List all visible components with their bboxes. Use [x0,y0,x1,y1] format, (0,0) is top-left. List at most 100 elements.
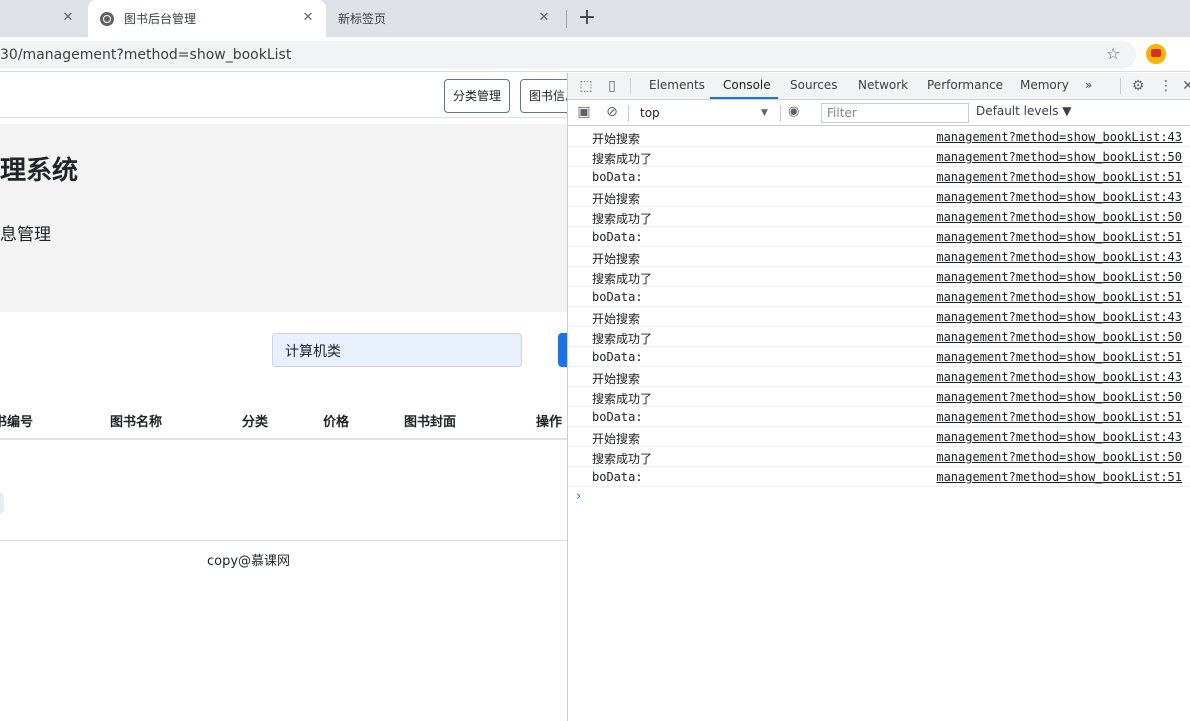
page-content: 分类管理 图书信息 理系统 息管理 计算机类 书编号 图书名称 分类 价格 图书… [0,73,567,721]
tab-elements[interactable]: Elements [649,78,705,92]
browser-toolbar: 30/management?method=show_bookList ☆ ⋮ [0,37,1190,72]
filter-input[interactable]: Filter [821,103,969,123]
jumbotron: 理系统 息管理 [0,124,567,312]
console-message: boData: [592,290,643,304]
console-row: boData: management?method=show_bookList:5… [568,287,1190,307]
console-message: 开始搜索 [592,252,641,266]
kebab-menu-icon[interactable]: ⋮ [1158,78,1174,94]
console-row: boData: management?method=show_bookList:5… [568,227,1190,247]
pagination-stub[interactable] [0,492,4,514]
console-source-link[interactable]: management?method=show_bookList:51 [936,290,1182,304]
divider [780,105,781,121]
gear-icon[interactable]: ⚙ [1130,78,1146,94]
console-message: 搜索成功了 [592,452,653,466]
tab-network[interactable]: Network [858,78,908,92]
console-row: 搜索成功了 management?method=show_bookList:50 [568,207,1190,227]
browser-tab-strip: ✕ 图书后台管理 ✕ 新标签页 ✕ + [0,0,1190,37]
console-source-link[interactable]: management?method=show_bookList:51 [936,410,1182,424]
divider [628,105,629,121]
dropdown-caret-icon: ▼ [761,108,768,118]
console-message: boData: [592,170,643,184]
search-button[interactable] [558,333,567,367]
context-select[interactable]: top [634,103,774,123]
console-message: boData: [592,470,643,484]
console-message: boData: [592,230,643,244]
console-source-link[interactable]: management?method=show_bookList:43 [936,430,1182,444]
column-header-book-id: 书编号 [0,415,34,430]
column-header-category: 分类 [242,415,269,430]
tab-previous[interactable]: ✕ [0,0,86,37]
console-source-link[interactable]: management?method=show_bookList:51 [936,230,1182,244]
devtools-panel: ⬚ ▯ Elements Console Sources Network Per… [567,73,1190,721]
console-row: 搜索成功了 management?method=show_bookList:50 [568,447,1190,467]
inspect-element-icon[interactable]: ⬚ [578,78,594,94]
more-tabs-icon[interactable]: » [1085,78,1092,92]
new-tab-button[interactable]: + [576,7,598,30]
console-row: boData: management?method=show_bookList:5… [568,347,1190,367]
url-text[interactable]: 30/management?method=show_bookList [0,47,291,63]
console-source-link[interactable]: management?method=show_bookList:43 [936,190,1182,204]
close-icon[interactable]: ✕ [536,10,552,26]
tab-memory[interactable]: Memory [1020,78,1069,92]
bookmark-star-icon[interactable]: ☆ [1106,44,1120,63]
console-message: boData: [592,350,643,364]
console-source-link[interactable]: management?method=show_bookList:50 [936,270,1182,284]
tab-performance[interactable]: Performance [927,78,1003,92]
console-source-link[interactable]: management?method=show_bookList:50 [936,150,1182,164]
address-bar[interactable]: 30/management?method=show_bookList [0,41,1136,69]
tab-console[interactable]: Console [723,78,771,92]
console-message: 搜索成功了 [592,152,653,166]
console-source-link[interactable]: management?method=show_bookList:43 [936,310,1182,324]
console-source-link[interactable]: management?method=show_bookList:51 [936,470,1182,484]
column-header-book-name: 图书名称 [110,415,163,430]
search-input[interactable]: 计算机类 [272,333,522,367]
tab-new-tab[interactable]: 新标签页 ✕ [326,0,562,37]
divider [0,117,567,118]
console-row: 开始搜索 management?method=show_bookList:43 [568,247,1190,267]
eye-icon[interactable]: ◉ [788,104,799,119]
console-prompt[interactable]: › [568,487,1190,507]
active-tab-indicator [710,97,778,99]
tab-label: 图书后台管理 [124,12,197,26]
console-row: 开始搜索 management?method=show_bookList:43 [568,307,1190,327]
console-source-link[interactable]: management?method=show_bookList:43 [936,370,1182,384]
devtools-tab-bar: ⬚ ▯ Elements Console Sources Network Per… [568,73,1190,100]
tab-book-admin[interactable]: 图书后台管理 ✕ [88,0,326,37]
console-source-link[interactable]: management?method=show_bookList:43 [936,130,1182,144]
category-management-button[interactable]: 分类管理 [444,79,511,113]
console-message: 开始搜索 [592,132,641,146]
browser-menu-icon[interactable]: ⋮ [1184,46,1190,62]
console-message: 搜索成功了 [592,212,653,226]
extension-icon[interactable] [1146,44,1166,64]
log-levels-dropdown[interactable]: Default levels ▼ [976,104,1072,118]
console-message: 开始搜索 [592,312,641,326]
book-info-button[interactable]: 图书信息 [520,79,567,113]
page-title: 理系统 [0,156,79,186]
footer-text: copy@慕课网 [207,554,291,569]
console-source-link[interactable]: management?method=show_bookList:51 [936,350,1182,364]
console-row: boData: management?method=show_bookList:5… [568,167,1190,187]
close-icon[interactable]: ✕ [60,10,76,26]
close-icon[interactable]: ✕ [300,10,316,26]
console-source-link[interactable]: management?method=show_bookList:50 [936,450,1182,464]
console-row: 搜索成功了 management?method=show_bookList:50 [568,267,1190,287]
console-source-link[interactable]: management?method=show_bookList:43 [936,250,1182,264]
clear-console-icon[interactable]: ⊘ [604,104,620,120]
column-header-price: 价格 [323,415,350,430]
sidebar-toggle-icon[interactable]: ▣ [576,104,592,120]
close-icon[interactable]: ✕ [1180,78,1190,94]
console-source-link[interactable]: management?method=show_bookList:50 [936,210,1182,224]
column-header-cover: 图书封面 [404,415,457,430]
device-toolbar-icon[interactable]: ▯ [604,78,620,94]
divider [0,438,567,440]
console-row: 搜索成功了 management?method=show_bookList:50 [568,387,1190,407]
console-source-link[interactable]: management?method=show_bookList:51 [936,170,1182,184]
console-message: boData: [592,410,643,424]
console-source-link[interactable]: management?method=show_bookList:50 [936,390,1182,404]
console-row: boData: management?method=show_bookList:5… [568,467,1190,487]
tab-sources[interactable]: Sources [790,78,837,92]
console-message: 搜索成功了 [592,332,653,346]
divider [1120,78,1121,94]
prompt-chevron-icon: › [576,489,582,504]
console-source-link[interactable]: management?method=show_bookList:50 [936,330,1182,344]
